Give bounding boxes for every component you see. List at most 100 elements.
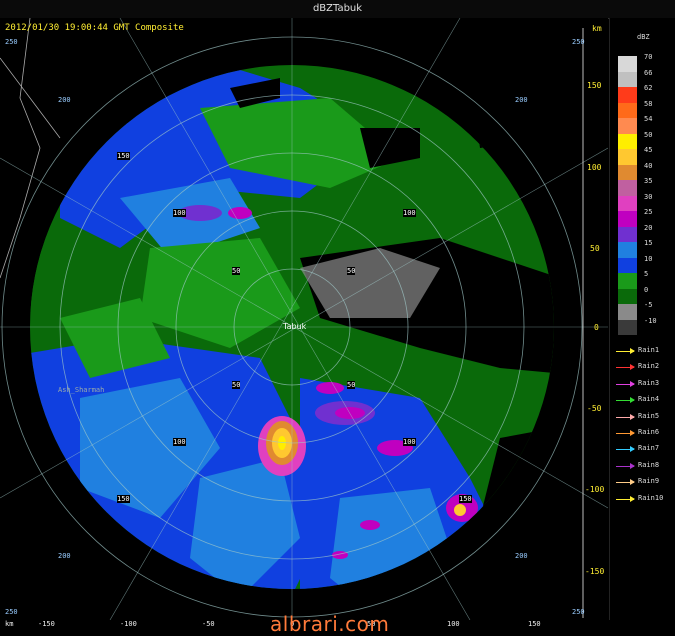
legend-swatch (618, 211, 637, 227)
rain-series-item[interactable]: Rain5 (614, 412, 675, 424)
rain-series-item[interactable]: Rain1 (614, 346, 675, 358)
legend-color-bar (618, 56, 637, 335)
rain-series-item[interactable]: Rain10 (614, 494, 675, 506)
ring-label-150-se: 150 (459, 495, 472, 503)
legend-panel: dBZ 70 66 62 58 54 50 45 40 35 30 25 20 15 10 5 0 -5 -10 … (609, 18, 675, 620)
place-label: Ash_Sharmah (58, 386, 105, 394)
ring-label-50-sw: 50 (232, 381, 241, 389)
radar-display[interactable]: 2012/01/30 19:00:44 GMT Composite km 150… (0, 18, 608, 620)
arrow-icon (616, 462, 635, 469)
rain-series-item[interactable]: Rain7 (614, 444, 675, 456)
rain-series-label: Rain9 (638, 477, 660, 486)
radar-header: 2012/01/30 19:00:44 GMT Composite (5, 23, 184, 33)
legend-swatch (618, 273, 637, 289)
x-tick-100: 100 (447, 620, 460, 628)
rain-series-label: Rain3 (638, 378, 660, 387)
ring-label-200-ne: 200 (515, 96, 528, 104)
ring-label-100: 100 (173, 209, 186, 217)
rain-series-item[interactable]: Rain6 (614, 428, 675, 440)
y-tick-0: 0 (594, 323, 599, 332)
rain-series-label: Rain7 (638, 444, 660, 453)
corner-label-se: 250 (572, 608, 585, 616)
legend-swatch (618, 304, 637, 320)
y-tick-100: 100 (587, 163, 602, 172)
ring-label-50: 50 (232, 267, 241, 275)
rain-series-label: Rain8 (638, 460, 660, 469)
rain-series-item[interactable]: Rain8 (614, 461, 675, 473)
corner-label-sw: 250 (5, 608, 18, 616)
window-titlebar: dBZTabuk (0, 0, 675, 19)
x-tick-m50: -50 (202, 620, 215, 628)
legend-unit: dBZ (637, 33, 650, 41)
km-label-top: km (592, 24, 602, 33)
ring-label-200-sw: 200 (58, 552, 71, 560)
rain-series-label: Rain1 (638, 346, 660, 354)
legend-label: 50 (644, 130, 653, 139)
ring-label-200: 200 (58, 96, 71, 104)
x-tick-m150: -150 (38, 620, 55, 628)
ring-label-50-ne: 50 (347, 267, 356, 275)
y-tick-m50: -50 (587, 404, 602, 413)
legend-label: 15 (644, 239, 653, 247)
corner-label-ne: 250 (572, 38, 585, 46)
y-tick-m150: -150 (585, 567, 605, 576)
legend-label: 0 (644, 285, 649, 294)
station-label: Tabuk (283, 322, 307, 331)
legend-label: 45 (644, 146, 653, 154)
y-tick-50: 50 (590, 244, 600, 253)
legend-swatch (618, 87, 637, 103)
rain-series-item[interactable]: Rain2 (614, 362, 675, 374)
watermark: albrari.com (270, 612, 390, 636)
legend-label: -10 (644, 316, 657, 325)
arrow-icon (616, 430, 635, 436)
legend-label: 25 (644, 208, 653, 216)
rain-series-label: Rain5 (638, 411, 660, 420)
legend-label: -5 (644, 301, 653, 309)
legend-label: 54 (644, 115, 653, 123)
legend-label: 70 (644, 53, 653, 61)
x-tick-m100: -100 (120, 620, 137, 628)
legend-swatch (618, 133, 637, 149)
legend-label: 40 (644, 161, 653, 170)
legend-label: 30 (644, 192, 653, 201)
legend-swatch (618, 102, 637, 118)
legend-label: 62 (644, 84, 653, 92)
arrow-icon (616, 364, 635, 371)
rain-series-label: Rain6 (638, 428, 660, 436)
rain-series-item[interactable]: Rain3 (614, 379, 675, 391)
legend-label: 20 (644, 223, 653, 232)
rain-series-label: Rain2 (638, 362, 660, 371)
km-label-bottom: km (5, 620, 14, 628)
arrow-icon (616, 446, 635, 453)
y-tick-150: 150 (587, 81, 602, 90)
legend-swatch (618, 71, 637, 87)
rain-series-item[interactable]: Rain4 (614, 395, 675, 407)
y-tick-m100: -100 (585, 485, 605, 494)
ring-label-100-sw: 100 (173, 438, 186, 446)
arrow-icon (616, 495, 635, 502)
legend-label: 5 (644, 270, 649, 278)
legend-label: 58 (644, 99, 653, 108)
x-tick-150: 150 (528, 620, 541, 628)
legend-swatch (618, 257, 637, 273)
legend-label: 35 (644, 177, 653, 185)
legend-swatch (618, 226, 637, 242)
legend-swatch (618, 180, 637, 196)
legend-swatch (618, 118, 637, 134)
arrow-icon (616, 380, 635, 387)
window-title: dBZTabuk (312, 3, 363, 14)
legend-swatch (618, 319, 637, 335)
ring-label-50-se: 50 (347, 381, 356, 389)
rain-series-item[interactable]: Rain9 (614, 477, 675, 489)
legend-label: 10 (644, 254, 653, 263)
legend-swatch (618, 288, 637, 304)
ring-label-200-se: 200 (515, 552, 528, 560)
legend-swatch (618, 164, 637, 180)
rain-series-label: Rain4 (638, 395, 660, 404)
ring-label-100-se: 100 (403, 438, 416, 446)
arrow-icon (616, 348, 635, 354)
arrow-icon (616, 479, 635, 486)
legend-label: 66 (644, 68, 653, 77)
radar-image (0, 18, 608, 620)
legend-swatch (618, 149, 637, 165)
